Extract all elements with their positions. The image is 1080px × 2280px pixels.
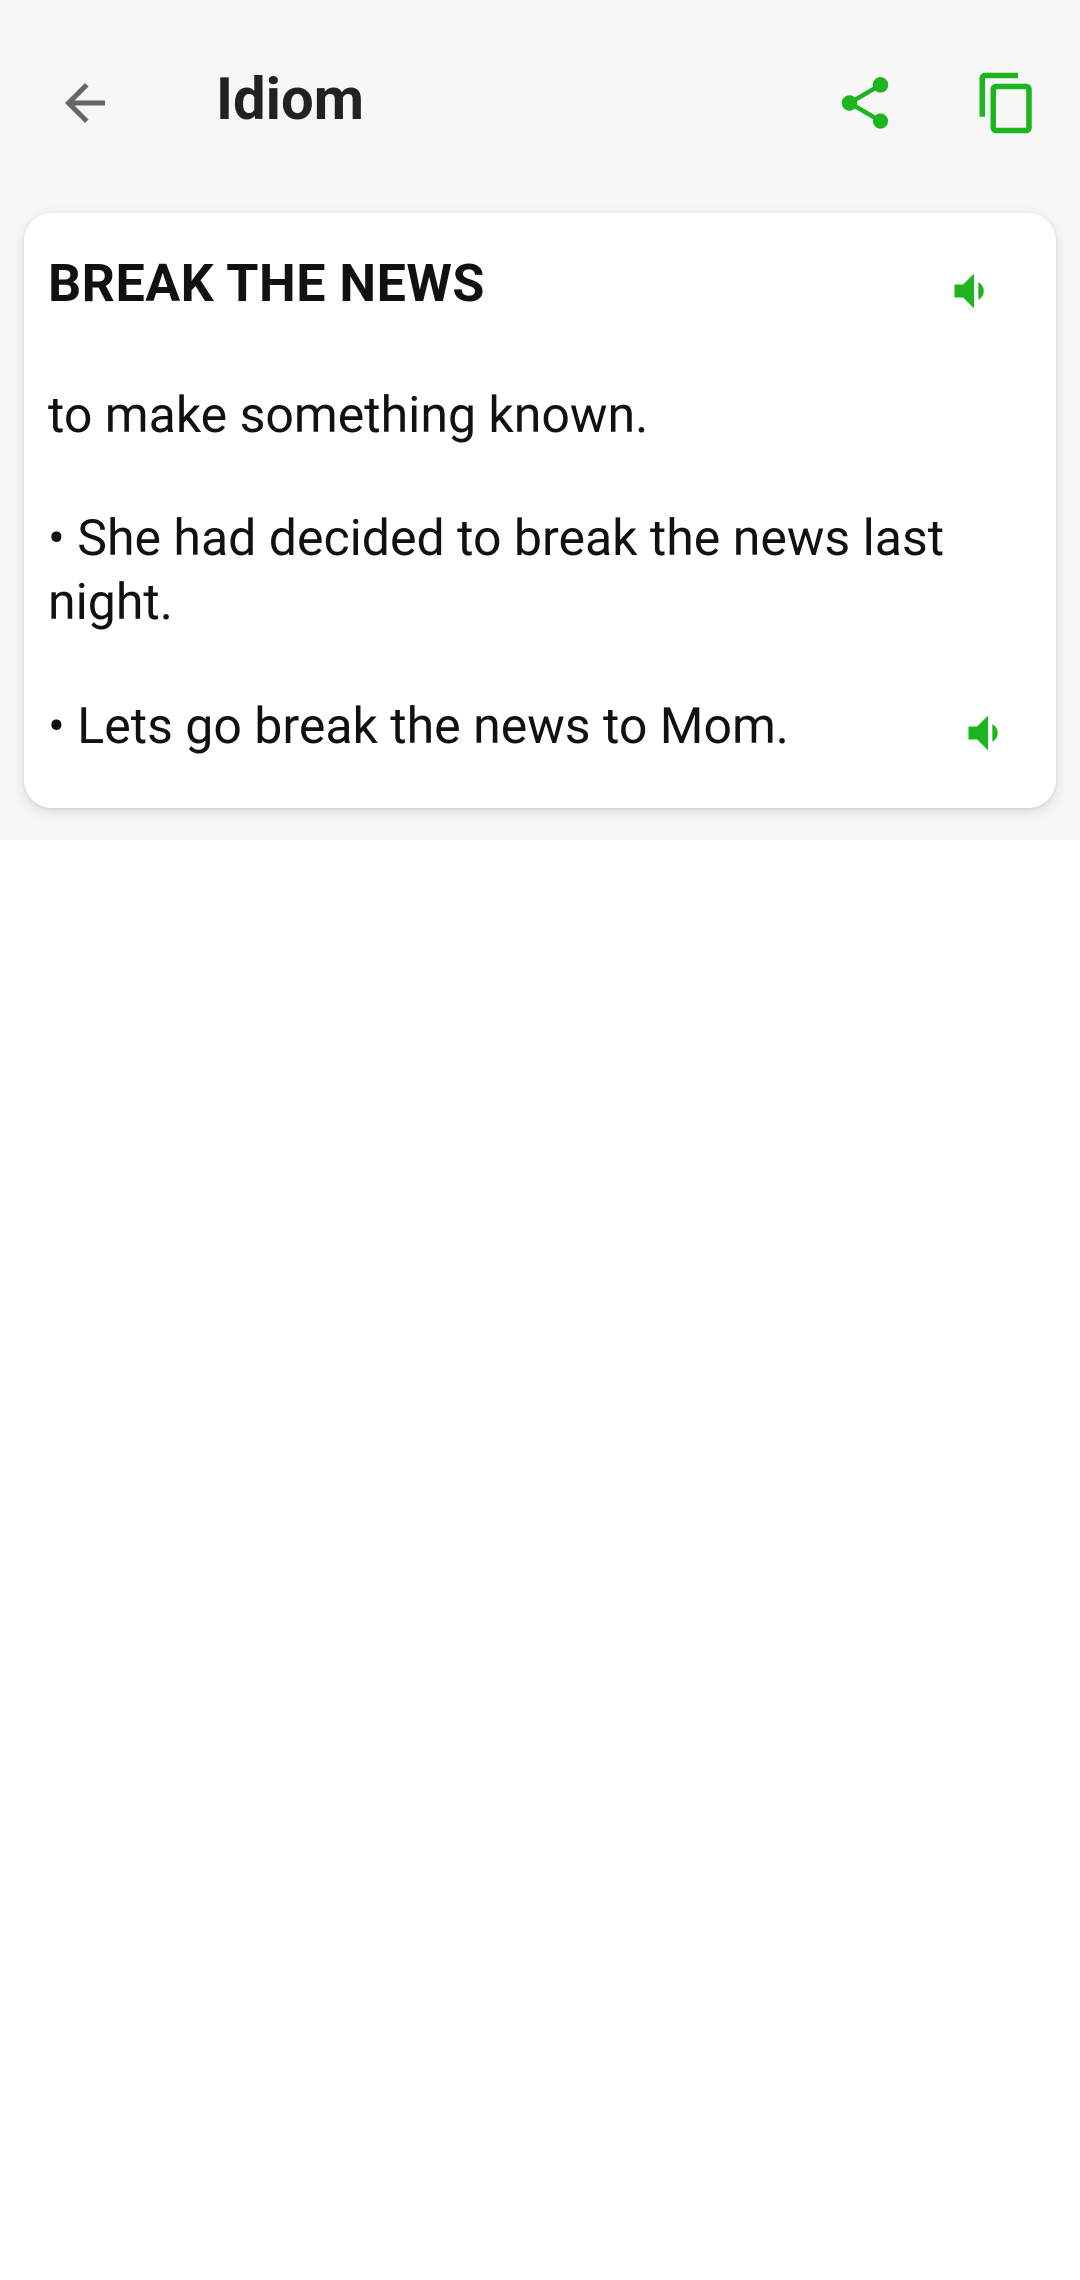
idiom-screen: Idiom BREAK THE NEWS to make something k… — [0, 0, 1080, 2280]
arrow-left-icon — [65, 83, 105, 123]
idiom-title: BREAK THE NEWS — [48, 253, 485, 314]
speak-example-button[interactable] — [948, 693, 1028, 773]
idiom-meaning: to make something known. — [48, 387, 649, 445]
example-1: • She had decided to break the news last… — [48, 510, 945, 632]
page-title: Idiom — [216, 66, 364, 134]
idiom-card: BREAK THE NEWS to make something known. … — [24, 213, 1056, 808]
share-icon — [841, 77, 889, 129]
copy-icon — [979, 72, 1032, 134]
back-button[interactable] — [40, 58, 130, 148]
app-header — [0, 0, 1080, 200]
speaker-icon — [968, 715, 998, 751]
example-2: • Lets go break the news to Mom. — [48, 698, 789, 756]
copy-button[interactable] — [962, 58, 1052, 148]
speak-idiom-button[interactable] — [934, 251, 1014, 331]
share-button[interactable] — [820, 58, 910, 148]
speaker-icon — [954, 273, 984, 309]
